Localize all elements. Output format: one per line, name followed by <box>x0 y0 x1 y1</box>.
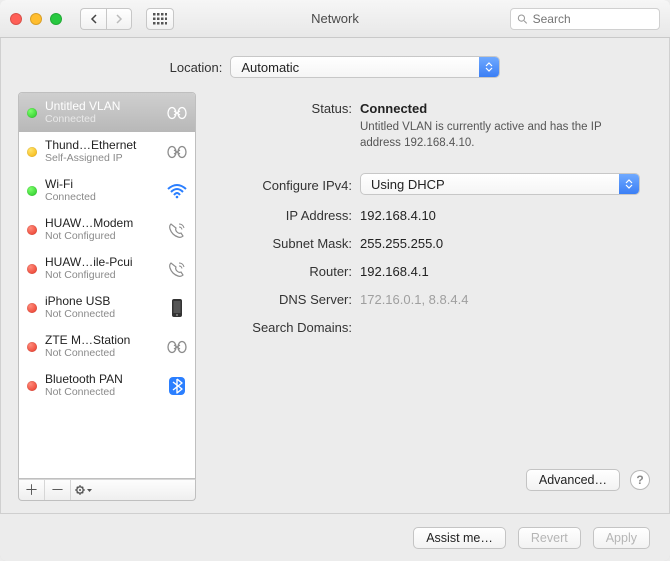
zoom-window-button[interactable] <box>50 13 62 25</box>
location-label: Location: <box>170 60 223 75</box>
interface-name: HUAW…ile-Pcui <box>45 256 157 270</box>
updown-icon <box>479 57 499 77</box>
interface-status: Connected <box>45 113 157 125</box>
sidebar-wrap: Untitled VLANConnectedThund…EthernetSelf… <box>18 92 196 501</box>
detail-pane: Status: Connected Untitled VLAN is curre… <box>210 92 652 501</box>
back-button[interactable] <box>80 8 106 30</box>
interface-item[interactable]: Wi-FiConnected <box>19 171 195 210</box>
help-button[interactable]: ? <box>630 470 650 490</box>
vlan-icon <box>165 103 189 123</box>
interface-name: Bluetooth PAN <box>45 373 157 387</box>
titlebar: Network <box>0 0 670 38</box>
forward-button[interactable] <box>106 8 132 30</box>
configure-ipv4-value: Using DHCP <box>371 177 445 192</box>
interface-item[interactable]: Untitled VLANConnected <box>19 93 195 132</box>
advanced-button[interactable]: Advanced… <box>526 469 620 491</box>
ip-address-value: 192.168.4.10 <box>360 205 648 223</box>
interface-status: Not Connected <box>45 386 157 398</box>
configure-label: Configure IPv4: <box>220 175 360 193</box>
location-row: Location: Automatic <box>0 38 670 92</box>
status-dot-icon <box>27 147 37 157</box>
wifi-icon <box>165 181 189 201</box>
router-value: 192.168.4.1 <box>360 261 648 279</box>
action-menu-button[interactable] <box>71 480 97 500</box>
dns-server-label: DNS Server: <box>220 289 360 307</box>
add-interface-button[interactable]: ＋ <box>19 480 45 500</box>
router-label: Router: <box>220 261 360 279</box>
iphone-icon <box>165 298 189 318</box>
updown-icon <box>619 174 639 194</box>
interface-status: Not Configured <box>45 230 157 242</box>
interface-status: Self-Assigned IP <box>45 152 157 164</box>
dns-server-value[interactable]: 172.16.0.1, 8.8.4.4 <box>360 289 648 307</box>
phone-icon <box>165 220 189 240</box>
interface-item[interactable]: Bluetooth PANNot Connected <box>19 366 195 405</box>
interface-list: Untitled VLANConnectedThund…EthernetSelf… <box>18 92 196 479</box>
ip-address-label: IP Address: <box>220 205 360 223</box>
vlan-icon <box>165 142 189 162</box>
gear-icon <box>75 484 93 496</box>
interface-item[interactable]: HUAW…ModemNot Configured <box>19 210 195 249</box>
nav-segmented <box>80 8 132 30</box>
phone-icon <box>165 259 189 279</box>
interface-name: HUAW…Modem <box>45 217 157 231</box>
apply-button[interactable]: Apply <box>593 527 650 549</box>
traffic-lights <box>10 13 62 25</box>
sidebar-toolbar: ＋ － <box>18 479 196 501</box>
remove-interface-button[interactable]: － <box>45 480 71 500</box>
location-value: Automatic <box>241 60 299 75</box>
interface-name: Thund…Ethernet <box>45 139 157 153</box>
search-domains-label: Search Domains: <box>220 317 360 335</box>
interface-status: Not Configured <box>45 269 157 281</box>
interface-item[interactable]: HUAW…ile-PcuiNot Configured <box>19 249 195 288</box>
status-dot-icon <box>27 381 37 391</box>
status-dot-icon <box>27 186 37 196</box>
status-dot-icon <box>27 225 37 235</box>
show-all-button[interactable] <box>146 8 174 30</box>
vlan-icon <box>165 337 189 357</box>
status-dot-icon <box>27 342 37 352</box>
configure-ipv4-select[interactable]: Using DHCP <box>360 173 640 195</box>
status-label: Status: <box>220 98 360 116</box>
interface-name: ZTE M…Station <box>45 334 157 348</box>
search-icon <box>517 13 528 25</box>
network-preferences-window: Network Location: Automatic Untitled VLA… <box>0 0 670 561</box>
interface-name: Wi-Fi <box>45 178 157 192</box>
main-content: Untitled VLANConnectedThund…EthernetSelf… <box>0 92 670 513</box>
subnet-mask-value: 255.255.255.0 <box>360 233 648 251</box>
status-dot-icon <box>27 108 37 118</box>
status-description: Untitled VLAN is currently active and ha… <box>360 120 620 151</box>
interface-status: Not Connected <box>45 308 157 320</box>
close-window-button[interactable] <box>10 13 22 25</box>
interface-item[interactable]: iPhone USBNot Connected <box>19 288 195 327</box>
search-domains-value[interactable] <box>360 317 648 320</box>
status-value: Connected <box>360 101 648 116</box>
interface-status: Connected <box>45 191 157 203</box>
interface-item[interactable]: Thund…EthernetSelf-Assigned IP <box>19 132 195 171</box>
status-dot-icon <box>27 264 37 274</box>
search-input[interactable] <box>533 12 653 26</box>
subnet-mask-label: Subnet Mask: <box>220 233 360 251</box>
minimize-window-button[interactable] <box>30 13 42 25</box>
interface-status: Not Connected <box>45 347 157 359</box>
revert-button[interactable]: Revert <box>518 527 581 549</box>
status-dot-icon <box>27 303 37 313</box>
assist-me-button[interactable]: Assist me… <box>413 527 506 549</box>
search-field[interactable] <box>510 8 660 30</box>
bluetooth-icon <box>165 376 189 396</box>
footer: Assist me… Revert Apply <box>0 513 670 561</box>
interface-name: iPhone USB <box>45 295 157 309</box>
interface-item[interactable]: ZTE M…StationNot Connected <box>19 327 195 366</box>
interface-name: Untitled VLAN <box>45 100 157 114</box>
location-select[interactable]: Automatic <box>230 56 500 78</box>
